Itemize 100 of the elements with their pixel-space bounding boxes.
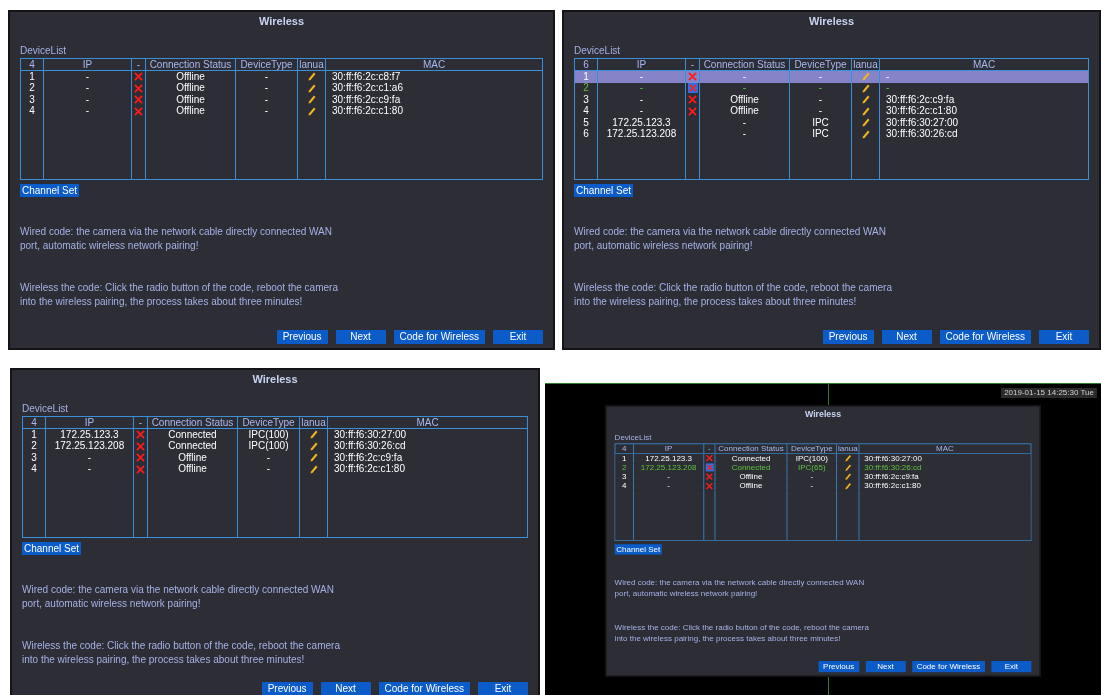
table-cell: - bbox=[667, 472, 670, 482]
table-cell: - bbox=[886, 82, 890, 95]
cross-icon[interactable] bbox=[136, 453, 145, 463]
table-cell: Offline bbox=[178, 451, 207, 464]
table-cell: - bbox=[818, 70, 823, 83]
table-cell: Offline bbox=[176, 105, 205, 118]
table-cell: - bbox=[85, 93, 90, 106]
column-header: 4 bbox=[621, 443, 627, 454]
window-title: Wireless bbox=[258, 15, 305, 27]
channel-set-button[interactable]: Channel Set bbox=[614, 544, 662, 555]
dialog-button[interactable]: Exit bbox=[493, 330, 543, 344]
table-cell: - bbox=[818, 82, 823, 95]
help-text: Wireless the code: Click the radio button of the code, reboot the camera into the wireless pairing, the process takes about three minutes! bbox=[614, 621, 870, 645]
table-cell: 172.25.123.3 bbox=[645, 453, 692, 464]
table-row[interactable]: 2 172.25.123.208 Connected IPC(65) 30:ff:f6:30:26:cd bbox=[615, 463, 1031, 473]
table-cell: 172.25.123.208 bbox=[640, 462, 697, 473]
table-cell: 30:ff:f6:2c:c9:fa bbox=[886, 93, 955, 106]
cross-icon[interactable] bbox=[134, 72, 143, 82]
dialog-button[interactable]: Exit bbox=[1039, 330, 1089, 344]
table-cell: - bbox=[639, 82, 644, 95]
table-cell: Offline bbox=[730, 105, 759, 118]
table-cell: - bbox=[818, 93, 823, 106]
table-row[interactable]: 1 172.25.123.3 Connected IPC(100) 30:ff:f6:30:27:00 bbox=[615, 453, 1031, 463]
cross-icon[interactable] bbox=[136, 464, 145, 474]
table-cell: - bbox=[742, 116, 747, 129]
dialog-button[interactable]: Next bbox=[320, 682, 371, 695]
help-text: Wired code: the camera via the network cable directly connected WAN port, automatic wireless network pairing! bbox=[20, 225, 333, 253]
dialog-button[interactable]: Previous bbox=[261, 682, 313, 695]
dialog-button[interactable]: Exit bbox=[991, 661, 1032, 673]
table-cell: 30:ff:f6:2c:c9:fa bbox=[864, 472, 919, 482]
cross-icon[interactable] bbox=[705, 473, 713, 481]
column-header: Connection Status bbox=[718, 443, 784, 454]
table-cell: 30:ff:f6:2c:c9:fa bbox=[334, 451, 403, 464]
cross-icon[interactable] bbox=[136, 441, 145, 451]
channel-set-button[interactable]: Channel Set bbox=[20, 184, 80, 197]
checkbox[interactable] bbox=[687, 83, 698, 94]
cross-icon[interactable] bbox=[136, 430, 145, 440]
table-cell: 30:ff:f6:30:26:cd bbox=[334, 440, 406, 453]
column-header: IP bbox=[636, 58, 647, 71]
column-header: MAC bbox=[416, 416, 439, 429]
dialog-button[interactable]: Code for Wireless bbox=[911, 661, 985, 673]
channel-set-button[interactable]: Channel Set bbox=[574, 184, 634, 197]
dialog-button[interactable]: Next bbox=[881, 330, 932, 344]
table-cell: 1 bbox=[29, 70, 35, 83]
cross-icon[interactable] bbox=[688, 106, 697, 116]
table-cell: 30:ff:f6:30:26:cd bbox=[886, 128, 958, 141]
table-cell: 3 bbox=[31, 451, 37, 464]
cross-icon[interactable] bbox=[705, 454, 713, 462]
table-cell: - bbox=[264, 93, 269, 106]
table-cell: 4 bbox=[31, 463, 37, 476]
table-cell: - bbox=[742, 82, 747, 95]
cross-icon[interactable] bbox=[134, 95, 143, 105]
checkbox[interactable] bbox=[705, 463, 714, 472]
table-cell: 30:ff:f6:30:27:00 bbox=[334, 428, 407, 441]
dialog-button[interactable]: Code for Wireless bbox=[939, 330, 1031, 344]
table-cell: - bbox=[264, 105, 269, 118]
table-cell: IPC(100) bbox=[795, 453, 828, 464]
column-header: 4 bbox=[29, 58, 35, 71]
dialog-button[interactable]: Next bbox=[865, 661, 906, 673]
cross-icon[interactable] bbox=[134, 106, 143, 116]
column-header: 4 bbox=[31, 416, 37, 429]
help-text: Wireless the code: Click the radio button of the code, reboot the camera into the wireless pairing, the process takes about three minutes! bbox=[574, 281, 893, 309]
table-cell: 1 bbox=[31, 428, 37, 441]
dialog-button[interactable]: Previous bbox=[822, 330, 874, 344]
table-cell: 4 bbox=[29, 105, 35, 118]
dialog-button[interactable]: Code for Wireless bbox=[393, 330, 485, 344]
column-header: lanua bbox=[301, 416, 326, 429]
table-cell: 3 bbox=[583, 93, 589, 106]
table-cell: Offline bbox=[176, 70, 205, 83]
table-cell: 6 bbox=[583, 128, 589, 141]
column-header: Connection Status bbox=[703, 58, 786, 71]
dialog-button[interactable]: Next bbox=[335, 330, 386, 344]
table-cell: 30:ff:f6:2c:c8:f7 bbox=[332, 70, 401, 83]
cross-icon[interactable] bbox=[134, 83, 143, 93]
table-cell: - bbox=[886, 70, 890, 83]
column-header: 6 bbox=[583, 58, 589, 71]
table-cell: Offline bbox=[739, 472, 763, 482]
table-cell: - bbox=[810, 472, 814, 482]
table-cell: - bbox=[742, 70, 747, 83]
channel-set-button[interactable]: Channel Set bbox=[22, 542, 82, 555]
table-cell: Connected bbox=[731, 462, 771, 473]
cross-icon[interactable] bbox=[688, 95, 697, 105]
dialog-button[interactable]: Previous bbox=[276, 330, 328, 344]
table-cell: Offline bbox=[739, 481, 763, 491]
dialog-button[interactable]: Code for Wireless bbox=[378, 682, 470, 695]
dialog-button[interactable]: Previous bbox=[818, 661, 860, 673]
table-row[interactable]: 4 - Offline - 30:ff:f6:2c:c1:80 bbox=[615, 481, 1031, 491]
table-cell: 30:ff:f6:2c:c1:80 bbox=[886, 105, 957, 118]
table-cell: - bbox=[85, 105, 90, 118]
table-cell: - bbox=[264, 82, 269, 95]
section-label: DeviceList bbox=[22, 403, 69, 415]
table-row[interactable]: 3 - Offline - 30:ff:f6:2c:c9:fa bbox=[615, 472, 1031, 482]
table-cell: 4 bbox=[621, 481, 627, 491]
column-header: DeviceType bbox=[240, 58, 293, 71]
table-cell: - bbox=[742, 128, 747, 141]
dialog-button[interactable]: Exit bbox=[478, 682, 528, 695]
table-cell: Connected bbox=[731, 453, 771, 464]
table-cell: IPC(100) bbox=[248, 428, 289, 441]
cross-icon[interactable] bbox=[705, 482, 713, 490]
table-cell: 2 bbox=[29, 82, 35, 95]
